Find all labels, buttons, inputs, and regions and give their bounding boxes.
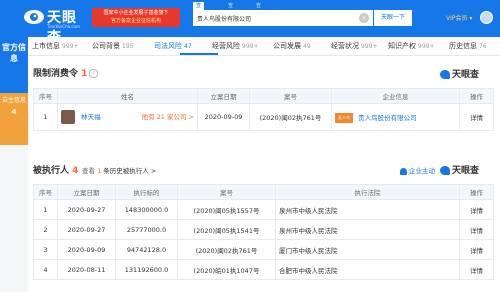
search-tab-company[interactable]: 查公司	[193, 2, 205, 25]
table-row: 1 2020-09-27 148300000.0 (2020)闽05执1557号…	[33, 199, 494, 220]
col-header: 企业信息	[331, 88, 460, 104]
filing-date: 2020-09-09	[57, 239, 116, 260]
person-name-link[interactable]: 林天福	[81, 113, 101, 121]
executed-table: 序号 立案日期 执行标的 案号 执行法院 操作 1 2020-09-27 148…	[33, 184, 494, 280]
tab-company-development[interactable]: 公司发展 49	[273, 37, 311, 55]
col-header: 案号	[177, 184, 276, 200]
company-name-link[interactable]: 贵人鸟股份有限公司	[358, 114, 417, 122]
case-number: (2020)闽02执761号	[249, 103, 332, 131]
executed-count: 4	[72, 166, 79, 176]
sidebar-self-info[interactable]: 自主信息 4	[0, 93, 28, 145]
search-input[interactable]	[197, 12, 362, 24]
restriction-section-title: 限制消费令 1i	[33, 66, 99, 79]
execution-amount: 148300000.0	[115, 199, 178, 220]
case-number: (2020)闽05执1557号	[177, 199, 276, 220]
table-row: 2 2020-09-27 25777000.0 (2020)闽05执1541号 …	[33, 219, 494, 240]
promo-banner[interactable]: 国家中小企业发展子基金旗下 官方备案企业征信机构	[92, 8, 180, 27]
vip-menu[interactable]: VIP会员 ▾	[446, 13, 472, 22]
table-header-row: 序号 立案日期 执行标的 案号 执行法院 操作	[33, 184, 494, 200]
tab-operating-status[interactable]: 经营状况 999+	[331, 37, 377, 55]
detail-link[interactable]: 详情	[459, 219, 494, 240]
col-header: 姓名	[57, 88, 198, 104]
table-row: 3 2020-09-09 94742128.0 (2020)闽02执761号 厦…	[33, 239, 494, 260]
company-logo[interactable]: 贵人鸟	[335, 112, 353, 123]
col-header: 立案日期	[57, 184, 116, 200]
person-photo[interactable]	[61, 110, 75, 124]
sidebar-official-info[interactable]: 官方信息	[0, 37, 28, 93]
sidebar-background	[0, 145, 28, 292]
filing-date: 2020-09-09	[197, 103, 250, 131]
detail-link[interactable]: 详情	[459, 259, 494, 280]
eye-logo-icon	[440, 166, 450, 175]
company-cell: 贵人鸟 贵人鸟股份有限公司	[331, 103, 460, 131]
case-number: (2020)闽02执761号	[177, 239, 276, 260]
col-header: 操作	[459, 184, 494, 200]
bell-icon	[400, 167, 407, 175]
case-number: (2020)闽05执1541号	[177, 219, 276, 240]
row-index: 1	[33, 103, 58, 131]
search-button[interactable]: 天眼一下	[374, 10, 412, 26]
case-number: (2020)皖01执1047号	[177, 259, 276, 280]
detail-link[interactable]: 详情	[459, 199, 494, 220]
top-bar: 天眼查 TianYanCha.com 国家中小企业发展子基金旗下 官方备案企业征…	[0, 0, 500, 46]
detail-link[interactable]: 详情	[459, 103, 494, 131]
table-row: 1 林天福 他有 21 家公司 > 2020-09-09 (2020)闽02执7…	[33, 103, 494, 131]
execution-amount: 25777000.0	[115, 219, 178, 240]
detail-link[interactable]: 详情	[459, 239, 494, 260]
eye-logo-icon	[24, 10, 44, 24]
row-index: 1	[33, 199, 58, 220]
filing-date: 2020-09-27	[57, 219, 116, 240]
watermark-logo: 天眼查	[440, 163, 479, 176]
logo-subtext: TianYanCha.com	[47, 24, 80, 29]
section-nav-tabs: 上市信息 999+ 公司背景 195 司法风险 47 经营风险 999+ 公司发展 49 …	[28, 37, 500, 56]
col-header: 操作	[459, 88, 494, 104]
person-cell: 林天福 他有 21 家公司 >	[57, 103, 198, 131]
col-header: 序号	[33, 184, 58, 200]
sidebar-self-label: 自主信息	[1, 97, 26, 104]
col-header: 立案日期	[197, 88, 250, 104]
company-active-follow[interactable]: 企业主动	[400, 165, 435, 175]
execution-amount: 131192600.0	[115, 259, 178, 280]
watermark-logo: 天眼查	[440, 67, 479, 80]
col-header: 序号	[33, 88, 58, 104]
search-box: ×	[193, 10, 373, 26]
tab-history-info[interactable]: 历史信息 76	[449, 37, 487, 55]
executed-section-title: 被执行人 4	[33, 166, 79, 176]
active-tab-underline	[180, 53, 218, 55]
row-index: 3	[33, 239, 58, 260]
table-row: 4 2020-08-11 131192600.0 (2020)皖01执1047号…	[33, 259, 494, 280]
banner-line-2: 官方备案企业征信机构	[110, 18, 161, 24]
left-sidebar: 官方信息 自主信息 4	[0, 37, 28, 292]
logo[interactable]: 天眼查 TianYanCha.com	[23, 7, 89, 46]
clear-icon[interactable]: ×	[359, 13, 369, 23]
related-companies-link[interactable]: 他有 21 家公司 >	[142, 110, 194, 124]
user-avatar[interactable]	[480, 11, 493, 24]
tab-operating-risk[interactable]: 经营风险 999+	[212, 37, 258, 55]
tab-intellectual-property[interactable]: 知识产权 999+	[388, 37, 434, 55]
search-tab-relation[interactable]: 查关系	[256, 2, 261, 25]
info-icon[interactable]: i	[89, 69, 99, 78]
table-header-row: 序号 姓名 立案日期 案号 企业信息 操作	[33, 88, 494, 104]
filing-date: 2020-08-11	[57, 259, 116, 280]
row-index: 2	[33, 219, 58, 240]
filing-date: 2020-09-27	[57, 199, 116, 220]
col-header: 执行法院	[275, 184, 460, 200]
tab-company-background[interactable]: 公司背景 195	[92, 37, 133, 55]
col-header: 案号	[249, 88, 332, 104]
search-tab-boss[interactable]: 查老板	[228, 2, 233, 25]
eye-logo-icon	[440, 70, 450, 79]
history-executed-note[interactable]: 查看 1 条历史被执行人 >	[82, 165, 156, 175]
court-name: 合肥市中级人民法院	[275, 259, 460, 280]
court-name: 泉州市中级人民法院	[275, 199, 460, 220]
restriction-count: 1	[81, 69, 88, 79]
restriction-table: 序号 姓名 立案日期 案号 企业信息 操作 1 林天福 他有 21 家公司 > …	[33, 88, 494, 131]
execution-amount: 94742128.0	[115, 239, 178, 260]
court-name: 厦门市中级人民法院	[275, 239, 460, 260]
row-index: 4	[33, 259, 58, 280]
court-name: 泉州市中级人民法院	[275, 219, 460, 240]
banner-line-1: 国家中小企业发展子基金旗下	[103, 10, 169, 16]
col-header: 执行标的	[115, 184, 178, 200]
sidebar-self-count: 4	[11, 108, 17, 116]
tab-listing-info[interactable]: 上市信息 999+	[32, 37, 78, 55]
